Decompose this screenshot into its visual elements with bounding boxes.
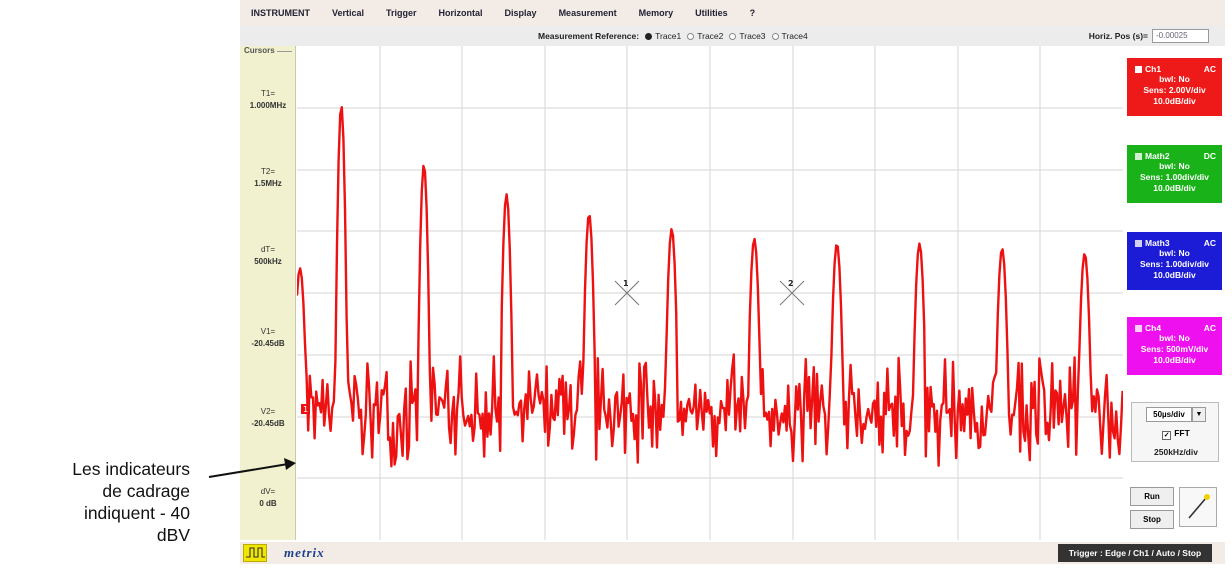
trace1-radio[interactable]: Trace1 — [645, 31, 681, 41]
fft-scale: 250kHz/div — [1154, 447, 1198, 457]
cursor-1-label: 1 — [623, 279, 629, 288]
timebase-select[interactable]: 50µs/div — [1146, 407, 1192, 422]
math2-coupling: DC — [1203, 151, 1216, 161]
menu-display[interactable]: Display — [494, 8, 548, 18]
menu-horizontal[interactable]: Horizontal — [428, 8, 494, 18]
channel-math2[interactable]: Math2 DC bwl: No Sens: 1.00div/div 10.0dB… — [1127, 145, 1222, 203]
stop-button[interactable]: Stop — [1130, 510, 1174, 529]
math3-name: Math3 — [1145, 238, 1170, 248]
timebase-box: 50µs/div ▼ ✓ FFT 250kHz/div — [1131, 402, 1219, 462]
ch4-bwl: bwl: No — [1159, 333, 1190, 343]
math2-name: Math2 — [1145, 151, 1170, 161]
ch4-checkbox[interactable] — [1135, 325, 1142, 332]
math3-coupling: AC — [1203, 238, 1216, 248]
measurement-reference-label: Measurement Reference: — [538, 31, 640, 41]
menu-bar: INSTRUMENT Vertical Trigger Horizontal D… — [240, 0, 1225, 26]
spectrum-plot[interactable]: 1 2 1 — [297, 46, 1123, 540]
ch4-dbdiv: 10.0dB/div — [1153, 355, 1196, 365]
channel-ch4[interactable]: Ch4 AC bwl: No Sens: 500mV/div 10.0dB/div — [1127, 317, 1222, 375]
fft-toggle[interactable]: ✓ FFT — [1132, 428, 1220, 440]
status-bar: metrix Trigger : Edge / Ch1 / Auto / Sto… — [240, 542, 1225, 564]
math2-bwl: bwl: No — [1159, 161, 1190, 171]
fft-checkbox[interactable]: ✓ — [1162, 431, 1172, 440]
ch4-name: Ch4 — [1145, 323, 1162, 333]
ch1-bwl: bwl: No — [1159, 74, 1190, 84]
menu-trigger[interactable]: Trigger — [375, 8, 428, 18]
menu-utilities[interactable]: Utilities — [684, 8, 739, 18]
channel-ch1[interactable]: Ch1 AC bwl: No Sens: 2.00V/div 10.0dB/div — [1127, 58, 1222, 116]
horizontal-position-label: Horiz. Pos (s)= — [1088, 31, 1148, 41]
trace2-label: Trace2 — [697, 31, 724, 41]
cursor-2-marker[interactable]: 2 — [779, 279, 805, 306]
math2-checkbox[interactable] — [1135, 153, 1142, 160]
channel-panel: Ch1 AC bwl: No Sens: 2.00V/div 10.0dB/div… — [1126, 46, 1225, 540]
annotation-arrow — [208, 458, 296, 478]
run-stop-group: Run Stop — [1130, 487, 1174, 529]
math3-dbdiv: 10.0dB/div — [1153, 270, 1196, 280]
run-button[interactable]: Run — [1130, 487, 1174, 506]
measurement-reference-bar: Measurement Reference: Trace1 Trace2 Tra… — [240, 26, 1225, 46]
trace2-radio[interactable]: Trace2 — [687, 31, 723, 41]
fft-label: FFT — [1174, 428, 1190, 438]
trace4-label: Trace4 — [781, 31, 808, 41]
trace3-radio[interactable]: Trace3 — [729, 31, 766, 41]
ch1-name: Ch1 — [1145, 64, 1162, 74]
ch1-coupling: AC — [1203, 64, 1216, 74]
math2-dbdiv: 10.0dB/div — [1153, 183, 1196, 193]
horizontal-position-input[interactable]: -0.00025 — [1152, 29, 1209, 43]
menu-help[interactable]: ? — [739, 8, 767, 18]
autoset-wand-icon[interactable] — [1179, 487, 1217, 527]
spectrum-graph[interactable]: 1 2 1 — [297, 46, 1123, 540]
math3-checkbox[interactable] — [1135, 240, 1142, 247]
ch1-checkbox[interactable] — [1135, 66, 1142, 73]
radio-empty-icon — [771, 32, 779, 40]
trace4-radio[interactable]: Trace4 — [771, 31, 808, 41]
menu-vertical[interactable]: Vertical — [321, 8, 375, 18]
trigger-status: Trigger : Edge / Ch1 / Auto / Stop — [1058, 544, 1212, 562]
radio-empty-icon — [687, 32, 695, 40]
menu-measurement[interactable]: Measurement — [548, 8, 628, 18]
chevron-down-icon[interactable]: ▼ — [1192, 407, 1206, 422]
trace1-label: Trace1 — [655, 31, 682, 41]
ch4-coupling: AC — [1203, 323, 1216, 333]
radio-empty-icon — [729, 32, 737, 40]
trace3-label: Trace3 — [739, 31, 766, 41]
channel-math3[interactable]: Math3 AC bwl: No Sens: 1.00div/div 10.0dB… — [1127, 232, 1222, 290]
ch4-sens: Sens: 500mV/div — [1140, 344, 1209, 354]
cursor-2-label: 2 — [788, 279, 794, 288]
menu-memory[interactable]: Memory — [628, 8, 685, 18]
radio-selected-icon — [645, 32, 653, 40]
horizontal-position: Horiz. Pos (s)= -0.00025 — [1089, 29, 1209, 43]
ch1-sens: Sens: 2.00V/div — [1143, 85, 1206, 95]
math3-bwl: bwl: No — [1159, 248, 1190, 258]
scope-window: INSTRUMENT Vertical Trigger Horizontal D… — [240, 0, 1225, 573]
math2-sens: Sens: 1.00div/div — [1140, 172, 1209, 182]
ch1-dbdiv: 10.0dB/div — [1153, 96, 1196, 106]
math3-sens: Sens: 1.00div/div — [1140, 259, 1209, 269]
